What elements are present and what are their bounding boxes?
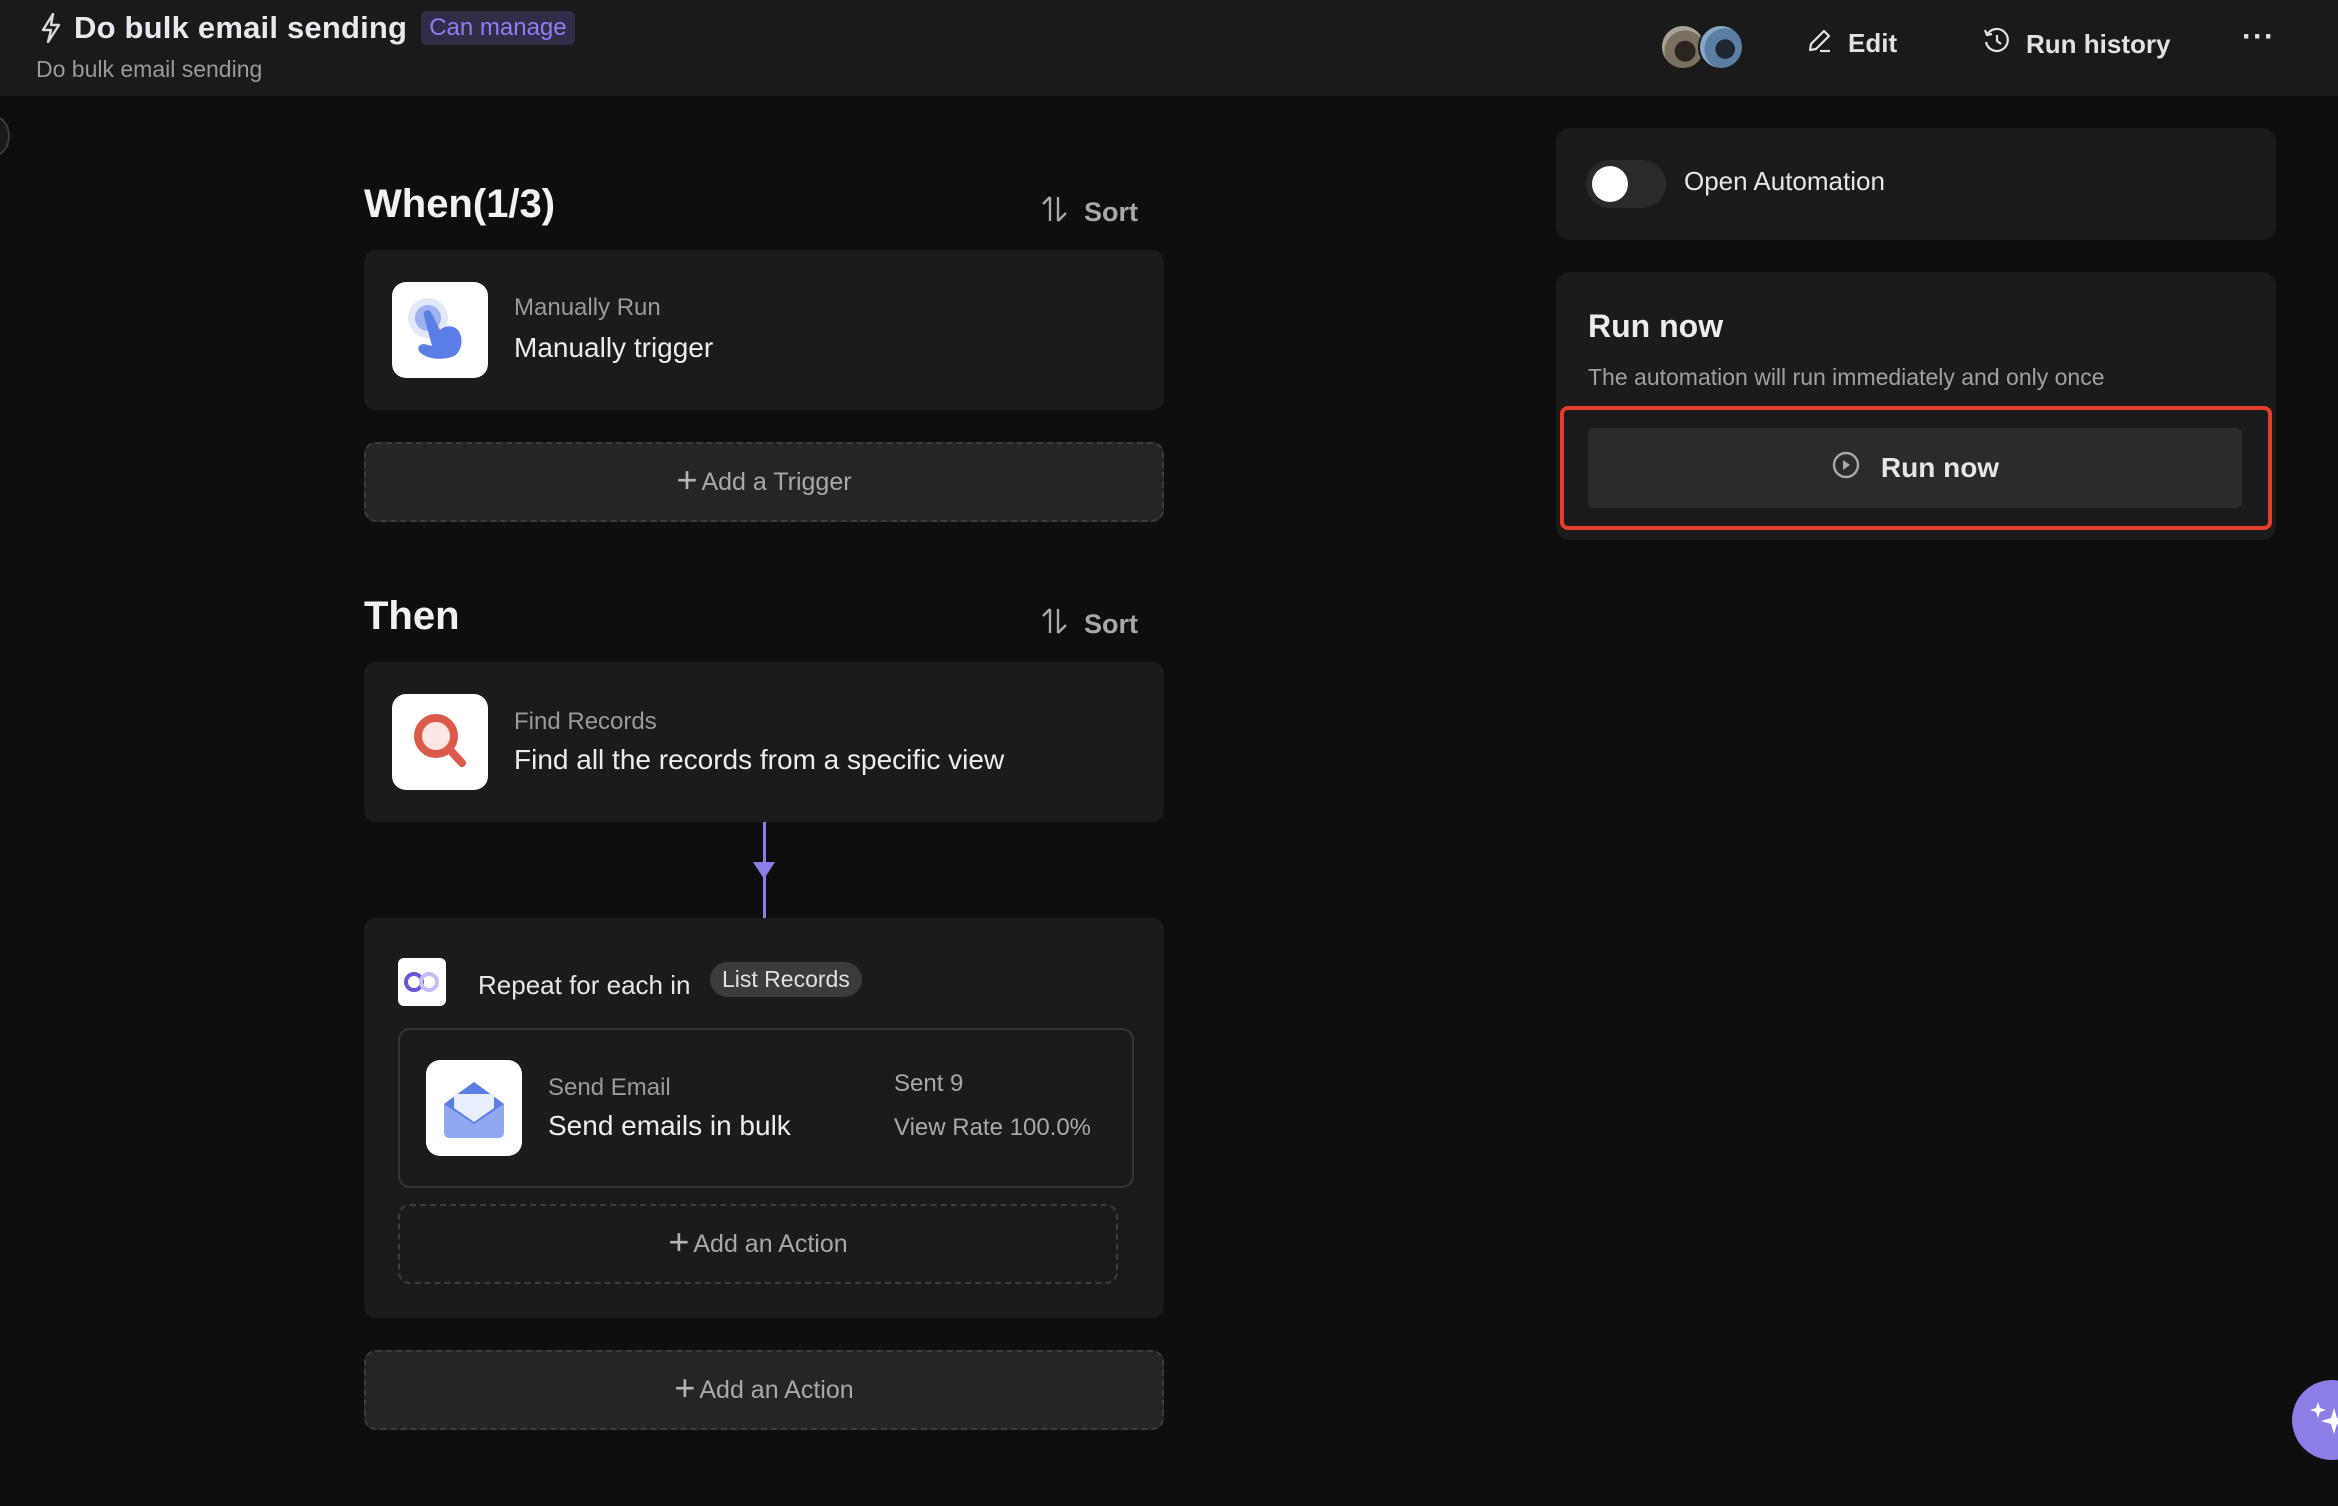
flow-arrow-icon — [753, 862, 775, 879]
loop-card[interactable]: Repeat for each in List Records Send Ema… — [364, 918, 1164, 1318]
history-clock-icon — [1982, 26, 2012, 63]
sparkle-icon — [2310, 1398, 2338, 1443]
then-section-title: Then — [364, 594, 460, 638]
add-trigger-button[interactable]: + Add a Trigger — [364, 442, 1164, 522]
avatar[interactable] — [1698, 24, 1744, 70]
ai-assistant-button[interactable] — [2292, 1380, 2338, 1460]
sidebar-toggle-handle[interactable] — [0, 116, 10, 156]
run-now-title: Run now — [1588, 308, 1724, 344]
run-history-label: Run history — [2026, 29, 2171, 59]
trigger-card[interactable]: Manually Run Manually trigger — [364, 250, 1164, 410]
collaborator-avatars[interactable] — [1660, 24, 1744, 70]
tap-hand-icon — [392, 282, 488, 378]
edit-label: Edit — [1848, 28, 1898, 58]
play-circle-icon — [1831, 450, 1861, 487]
envelope-icon — [426, 1060, 522, 1156]
top-bar: Do bulk email sending Can manage Do bulk… — [0, 0, 2338, 96]
when-section-title: When(1/3) — [364, 182, 556, 226]
add-action-label: Add an Action — [699, 1375, 854, 1404]
sent-count: Sent 9 — [894, 1070, 964, 1097]
run-history-button[interactable]: Run history — [1982, 26, 2170, 63]
loop-add-action-button[interactable]: + Add an Action — [398, 1204, 1118, 1284]
permission-badge: Can manage — [421, 11, 575, 45]
toggle-knob — [1592, 166, 1628, 202]
add-action-label: Add an Action — [693, 1229, 848, 1258]
run-now-description: The automation will run immediately and … — [1588, 364, 2105, 390]
find-records-card[interactable]: Find Records Find all the records from a… — [364, 662, 1164, 822]
trigger-kind: Manually Run — [514, 294, 661, 321]
magnifier-icon — [392, 694, 488, 790]
sort-arrows-icon — [1040, 606, 1070, 643]
edit-button[interactable]: Edit — [1806, 26, 1897, 61]
when-sort-button[interactable]: Sort — [1040, 194, 1138, 231]
lightning-bolt-icon — [38, 12, 64, 44]
then-sort-button[interactable]: Sort — [1040, 606, 1138, 643]
view-rate: View Rate 100.0% — [894, 1114, 1092, 1141]
more-horizontal-icon: ··· — [2242, 20, 2275, 53]
run-now-button[interactable]: Run now — [1588, 428, 2242, 508]
open-automation-panel: Open Automation — [1556, 128, 2276, 240]
open-automation-label: Open Automation — [1684, 166, 1885, 196]
pencil-icon — [1806, 26, 1834, 61]
loop-label: Repeat for each in — [478, 970, 691, 1000]
trigger-description: Manually trigger — [514, 332, 714, 363]
run-now-panel: Run now The automation will run immediat… — [1556, 272, 2276, 540]
add-trigger-label: Add a Trigger — [701, 467, 852, 496]
title-row: Do bulk email sending Can manage — [38, 10, 575, 46]
send-email-description: Send emails in bulk — [548, 1110, 791, 1141]
plus-icon: + — [668, 1221, 690, 1262]
automation-title: Do bulk email sending — [74, 10, 408, 45]
sort-label: Sort — [1084, 197, 1138, 227]
open-automation-toggle[interactable] — [1586, 160, 1666, 208]
sort-label: Sort — [1084, 609, 1138, 639]
sort-arrows-icon — [1040, 194, 1070, 231]
plus-icon: + — [676, 459, 698, 500]
more-options-button[interactable]: ··· — [2242, 20, 2275, 54]
loop-infinity-icon — [398, 958, 446, 1006]
add-action-button[interactable]: + Add an Action — [364, 1350, 1164, 1430]
send-email-kind: Send Email — [548, 1074, 671, 1101]
list-records-chip[interactable]: List Records — [710, 962, 862, 997]
find-records-description: Find all the records from a specific vie… — [514, 744, 1005, 775]
find-records-kind: Find Records — [514, 708, 657, 735]
run-now-label: Run now — [1880, 452, 2000, 483]
automation-subtitle: Do bulk email sending — [36, 56, 263, 82]
plus-icon: + — [674, 1367, 696, 1408]
send-email-card[interactable]: Send Email Send emails in bulk Sent 9 Vi… — [398, 1028, 1134, 1188]
